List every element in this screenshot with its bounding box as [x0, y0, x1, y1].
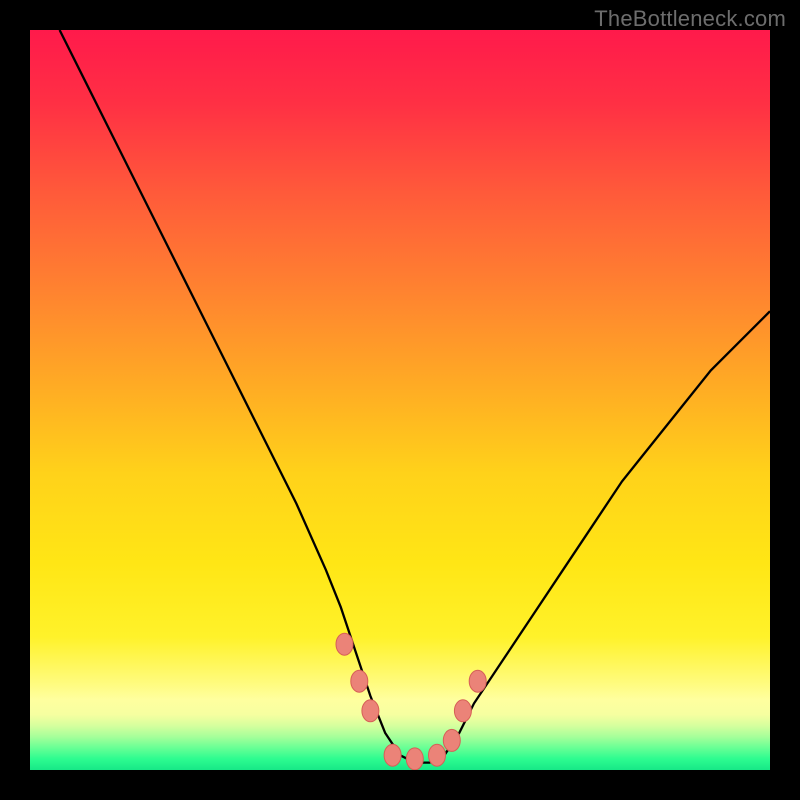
- marker-group: [336, 633, 486, 770]
- marker-point: [454, 700, 471, 722]
- plot-area: [30, 30, 770, 770]
- marker-point: [429, 744, 446, 766]
- watermark-text: TheBottleneck.com: [594, 6, 786, 32]
- marker-point: [336, 633, 353, 655]
- marker-point: [384, 744, 401, 766]
- curve-layer: [30, 30, 770, 770]
- bottleneck-curve: [60, 30, 770, 763]
- marker-point: [443, 729, 460, 751]
- marker-point: [406, 748, 423, 770]
- marker-point: [469, 670, 486, 692]
- marker-point: [362, 700, 379, 722]
- chart-frame: TheBottleneck.com: [0, 0, 800, 800]
- marker-point: [351, 670, 368, 692]
